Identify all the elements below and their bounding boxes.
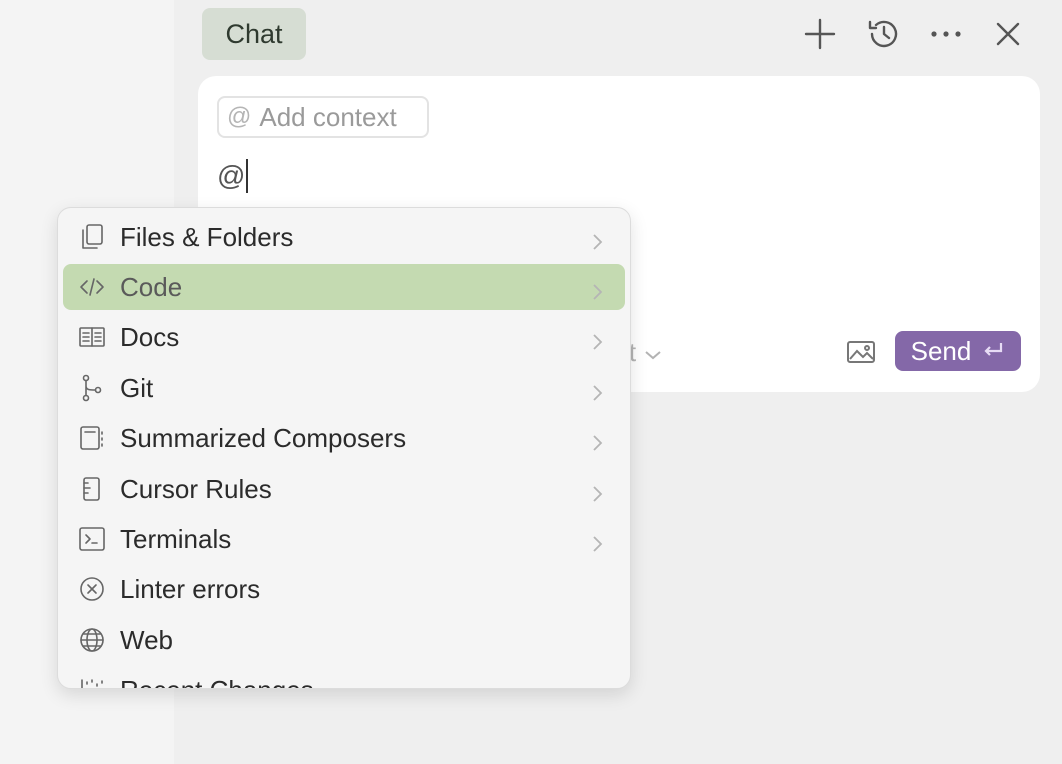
history-icon[interactable] — [864, 14, 904, 54]
mention-menu: Files & Folders Code Docs Git Summarized… — [57, 207, 631, 689]
menu-item-label: Docs — [120, 321, 180, 352]
menu-item-code[interactable]: Code — [63, 264, 625, 310]
more-icon[interactable] — [926, 14, 966, 54]
add-context-button[interactable]: @ Add context — [217, 96, 429, 138]
circle-x-icon — [78, 575, 106, 603]
globe-icon — [78, 626, 106, 654]
menu-item-label: Web — [120, 624, 173, 655]
tab-chat[interactable]: Chat — [202, 8, 306, 60]
menu-item-git[interactable]: Git — [63, 365, 625, 411]
git-branch-icon — [78, 374, 106, 402]
enter-icon — [981, 336, 1005, 367]
code-icon — [78, 273, 106, 301]
menu-item-label: Code — [120, 271, 183, 302]
chevron-right-icon — [591, 327, 603, 358]
send-button-label: Send — [910, 335, 972, 366]
menu-item-label: Git — [120, 372, 154, 403]
chevron-right-icon — [591, 479, 603, 510]
chevron-right-icon — [591, 428, 603, 459]
menu-item-files-folders[interactable]: Files & Folders — [63, 214, 625, 260]
menu-item-label: Recent Changes — [120, 675, 314, 689]
ruler-icon — [78, 475, 106, 503]
chat-input-text: @ — [217, 160, 246, 191]
image-icon[interactable] — [844, 336, 878, 368]
book-icon — [78, 323, 106, 351]
menu-item-summarized-composers[interactable]: Summarized Composers — [63, 415, 625, 461]
add-context-label: Add context — [259, 101, 397, 132]
menu-item-web[interactable]: Web — [63, 617, 625, 663]
menu-item-linter-errors[interactable]: Linter errors — [63, 566, 625, 612]
terminal-icon — [78, 525, 106, 553]
chevron-down-icon — [644, 337, 662, 368]
menu-item-label: Linter errors — [120, 573, 261, 604]
menu-item-docs[interactable]: Docs — [63, 314, 625, 360]
text-caret — [246, 159, 249, 193]
recent-changes-icon — [78, 676, 106, 688]
menu-item-terminals[interactable]: Terminals — [63, 516, 625, 562]
close-icon[interactable] — [988, 14, 1028, 54]
chevron-right-icon — [591, 529, 603, 560]
plus-icon[interactable] — [800, 14, 840, 54]
files-icon — [78, 223, 106, 251]
chevron-right-icon — [591, 227, 603, 258]
menu-item-label: Summarized Composers — [120, 422, 407, 453]
at-sign-icon: @ — [227, 103, 252, 130]
menu-item-cursor-rules[interactable]: Cursor Rules — [63, 466, 625, 512]
notebook-icon — [78, 424, 106, 452]
menu-item-label: Files & Folders — [120, 221, 294, 252]
send-button[interactable]: Send — [895, 331, 1021, 371]
menu-item-label: Cursor Rules — [120, 473, 272, 504]
chat-input[interactable]: @ — [217, 156, 249, 196]
tab-chat-label: Chat — [225, 18, 283, 49]
menu-item-recent-changes[interactable]: Recent Changes — [63, 667, 625, 689]
menu-item-label: Terminals — [120, 523, 232, 554]
chevron-right-icon — [591, 378, 603, 409]
chevron-right-icon — [591, 277, 603, 308]
